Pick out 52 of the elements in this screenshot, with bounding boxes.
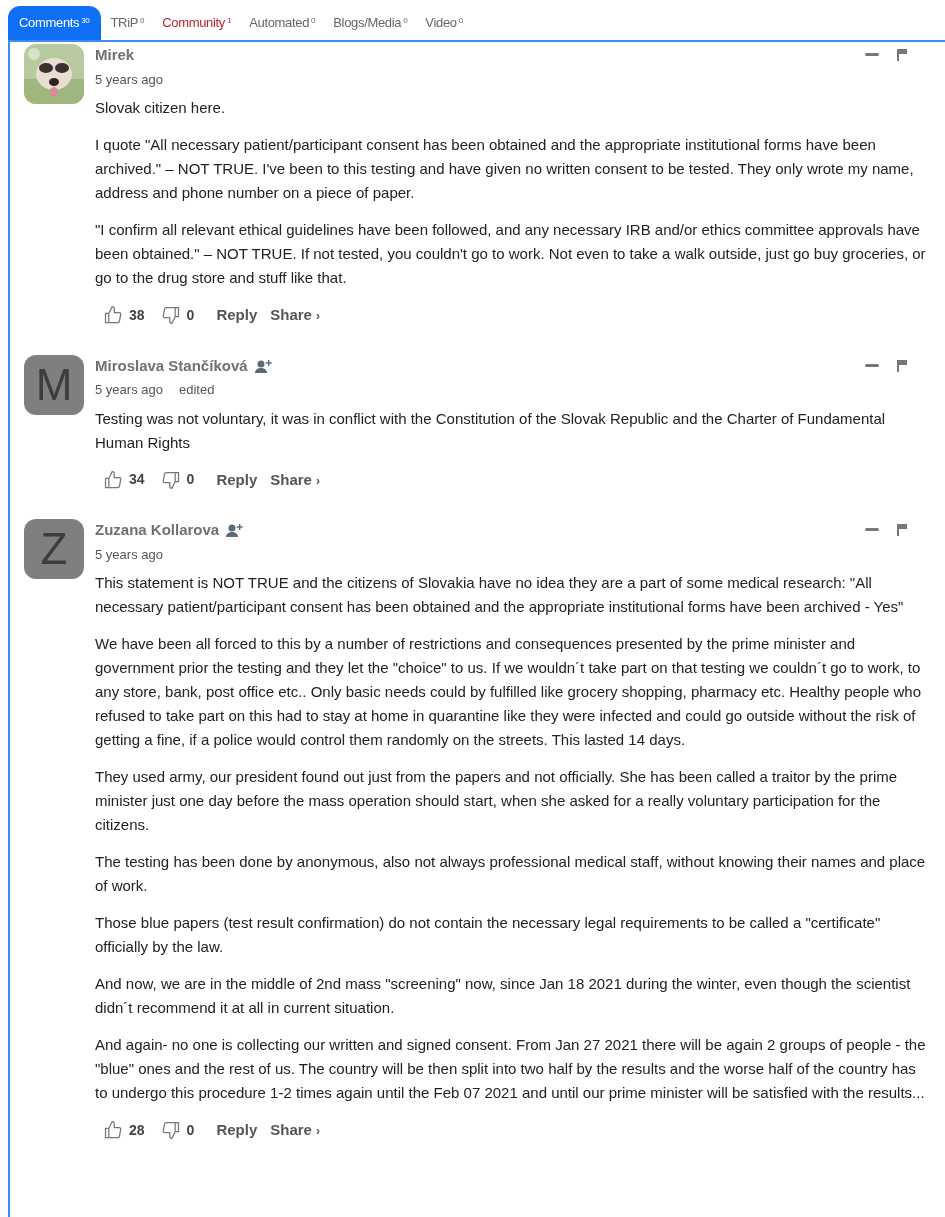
tab[interactable]: Automated$^{0}$ — [241, 6, 324, 40]
comment-text: And now, we are in the middle of 2nd mass "screening" now, since Jan 18 2021 during the winter, even though the scientist didn´t recommend it at all in current situation. — [95, 974, 912, 1018]
author-name[interactable]: Zuzana Kollarova — [95, 519, 220, 542]
dislike-count: 0 — [186, 470, 195, 490]
thumbs-up-icon[interactable] — [103, 305, 123, 326]
flag-icon[interactable] — [897, 49, 907, 62]
flag-icon[interactable] — [897, 524, 907, 537]
share-button[interactable]: Share › — [270, 468, 321, 491]
thumbs-down-icon[interactable] — [160, 305, 181, 326]
timestamp: 5 years ago — [95, 545, 163, 564]
tab[interactable]: TRiP$^{0}$ — [102, 6, 153, 40]
avatar: M — [24, 354, 84, 415]
collapse-icon[interactable] — [865, 528, 879, 533]
thumbs-down-icon[interactable] — [160, 469, 181, 490]
like-count: 28 — [129, 1120, 145, 1140]
timestamp: 5 years ago — [95, 70, 163, 89]
comment-text: Slovak citizen here. — [95, 98, 227, 118]
comment-text: I quote "All necessary patient/participant consent has been obtained and the appropriate institutional forms have been archived." – NOT TRUE. I've been to this testing and have given no written consent to be tested. They only wrote my name, address and phone number on a piece of paper. — [95, 135, 915, 203]
tab[interactable]: Community$^{1}$ — [154, 6, 240, 40]
tab[interactable]: Comments$^{30}$ — [8, 6, 101, 40]
collapse-icon[interactable] — [865, 363, 879, 368]
comment-text: We have been all forced to this by a number of restrictions and consequences presented by the prime minister and government prior the testing and they let the "choice" to us. If we wouldn´t take part on that testing we couldn´t go to work, to any store, bank, post office etc.. Only basic needs could by fulfilled like grocery shopping, pharmacy etc. Healthy people who refused to take part on this had to stay at home in quarantine like they were infected and could go outside without the risk of getting a fine, if a police would control them randomly on the streets. This lasted 14 days. — [95, 634, 922, 750]
share-button[interactable]: Share › — [270, 1119, 321, 1142]
thumbs-up-icon[interactable] — [103, 1120, 123, 1141]
author-name[interactable]: Mirek — [95, 44, 135, 67]
comment-text: The testing has been done by anonymous, also not always professional medical staff, without knowing their names and place of work. — [95, 852, 927, 896]
comment-text: This statement is NOT TRUE and the citizens of Slovakia have no idea they are a part of some medical research: "All necessary patient/participant consent has been obtained and the appropriate institutional forms have been archived - Yes" — [95, 573, 905, 617]
comment-text: Those blue papers (test result confirmation) do not contain the necessary legal requirements to be called a "certificate" officially by the law. — [95, 913, 882, 957]
flag-icon[interactable] — [897, 359, 907, 372]
collapse-icon[interactable] — [865, 53, 879, 58]
add-user-icon[interactable] — [225, 522, 246, 539]
comment-text: And again- no one is collecting our written and signed consent. From Jan 27 2021 there will be again 2 groups of people - the "blue" ones and the rest of us. The country will be then split into two half by the results and the worse half of the country has to undergo this procedure 1-2 times again until the Feb 07 2021 and until our prime minister will be satisfied with the results... — [95, 1035, 927, 1103]
dislike-count: 0 — [186, 305, 195, 325]
thumbs-down-icon[interactable] — [160, 1120, 181, 1141]
share-button[interactable]: Share › — [270, 304, 321, 327]
author-name[interactable]: Miroslava Stančíková — [95, 354, 248, 377]
tab[interactable]: Video$^{0}$ — [417, 6, 471, 40]
timestamp: 5 years ago — [95, 381, 163, 399]
dislike-count: 0 — [186, 1120, 195, 1140]
comment-text: They used army, our president found out just from the papers and not officially. She has been called a traitor by the prime minister just one day before the mass operation should start, when she asked for a really voluntary participation for the citizens. — [95, 767, 899, 835]
avatar: Z — [24, 519, 84, 579]
comment-text: "I confirm all relevant ethical guidelines have been followed, and any necessary IRB and/or ethics committee approvals have been obtained." – NOT TRUE. If not tested, you couldn't go to work. Not even to take a walk outside, just go buy groceries, or go to the drug store and stuff like that. — [95, 220, 927, 288]
reply-button[interactable]: Reply — [216, 1119, 258, 1142]
tab[interactable]: Blogs/Media$^{0}$ — [325, 6, 416, 40]
comment-text: Testing was not voluntary, it was in conflict with the Constitution of the Slovak Republic and the Charter of Fundamental Human Rights — [95, 408, 887, 453]
edited-label: edited — [178, 381, 215, 399]
add-user-icon[interactable] — [253, 357, 274, 374]
like-count: 34 — [129, 470, 145, 490]
reply-button[interactable]: Reply — [216, 468, 258, 491]
thumbs-up-icon[interactable] — [103, 469, 123, 490]
like-count: 38 — [129, 305, 145, 325]
reply-button[interactable]: Reply — [216, 304, 258, 327]
